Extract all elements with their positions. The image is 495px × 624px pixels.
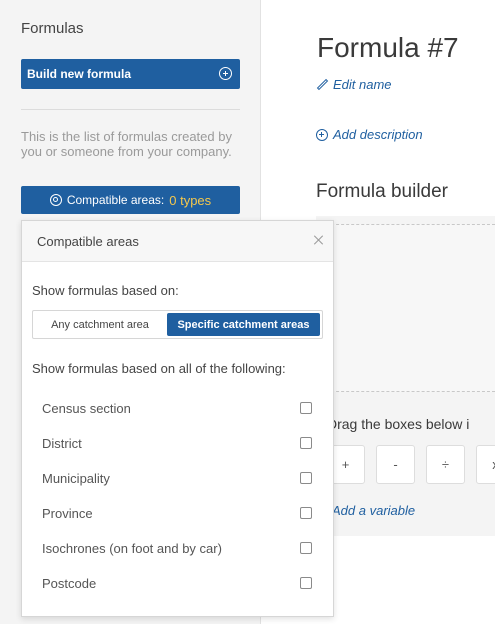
operator-minus-button[interactable]: -: [376, 445, 415, 484]
drag-instructions: Drag the boxes below i: [327, 416, 470, 432]
show-all-following-label: Show formulas based on all of the follow…: [32, 361, 286, 376]
option-row[interactable]: Isochrones (on foot and by car): [42, 538, 312, 558]
option-label: Municipality: [42, 470, 110, 486]
close-icon[interactable]: [313, 235, 323, 245]
pencil-icon: [316, 79, 328, 91]
compatible-areas-count: 0 types: [169, 192, 212, 208]
municipality-checkbox[interactable]: [300, 472, 312, 484]
build-new-formula-button[interactable]: Build new formula: [21, 59, 240, 89]
specific-catchment-areas-option[interactable]: Specific catchment areas: [167, 313, 320, 336]
sidebar-title: Formulas: [21, 20, 84, 37]
compatible-areas-label: Compatible areas:: [66, 193, 165, 207]
popup-title: Compatible areas: [37, 234, 139, 249]
compatible-areas-popup: Compatible areas Show formulas based on:…: [21, 220, 334, 617]
formula-builder-panel: [316, 216, 495, 536]
any-catchment-area-option[interactable]: Any catchment area: [35, 313, 165, 336]
divider: [21, 109, 240, 110]
edit-name-label: Edit name: [333, 77, 392, 92]
operator-multiply-button[interactable]: x: [476, 445, 495, 484]
option-label: District: [42, 435, 82, 451]
plus-circle-icon: [219, 67, 232, 80]
add-variable-link[interactable]: Add a variable: [332, 503, 415, 518]
plus-circle-icon: [316, 128, 328, 141]
province-checkbox[interactable]: [300, 507, 312, 519]
isochrones-checkbox[interactable]: [300, 542, 312, 554]
add-description-link[interactable]: Add description: [316, 127, 423, 142]
option-row[interactable]: Census section: [42, 398, 312, 418]
formula-drop-zone[interactable]: [316, 224, 495, 392]
formula-builder-title: Formula builder: [316, 181, 448, 202]
option-label: Isochrones (on foot and by car): [42, 540, 222, 556]
add-description-label: Add description: [333, 127, 423, 142]
popup-header: Compatible areas: [22, 221, 333, 262]
page-title: Formula #7: [317, 32, 459, 63]
option-label: Census section: [42, 400, 131, 416]
option-row[interactable]: District: [42, 433, 312, 453]
option-row[interactable]: Municipality: [42, 468, 312, 488]
build-new-formula-label: Build new formula: [27, 67, 132, 81]
edit-name-link[interactable]: Edit name: [316, 77, 392, 92]
formulas-description: This is the list of formulas created by …: [21, 129, 232, 159]
compatible-areas-button[interactable]: Compatible areas: 0 types: [21, 186, 240, 214]
option-row[interactable]: Province: [42, 503, 312, 523]
show-formulas-label: Show formulas based on:: [32, 283, 179, 298]
operator-divide-button[interactable]: ÷: [426, 445, 465, 484]
option-row[interactable]: Postcode: [42, 573, 312, 593]
district-checkbox[interactable]: [300, 437, 312, 449]
option-label: Province: [42, 505, 93, 521]
census-section-checkbox[interactable]: [300, 402, 312, 414]
option-label: Postcode: [42, 575, 97, 591]
postcode-checkbox[interactable]: [300, 577, 312, 589]
catchment-segmented-control: Any catchment area Specific catchment ar…: [32, 310, 323, 339]
target-icon: [49, 194, 62, 206]
